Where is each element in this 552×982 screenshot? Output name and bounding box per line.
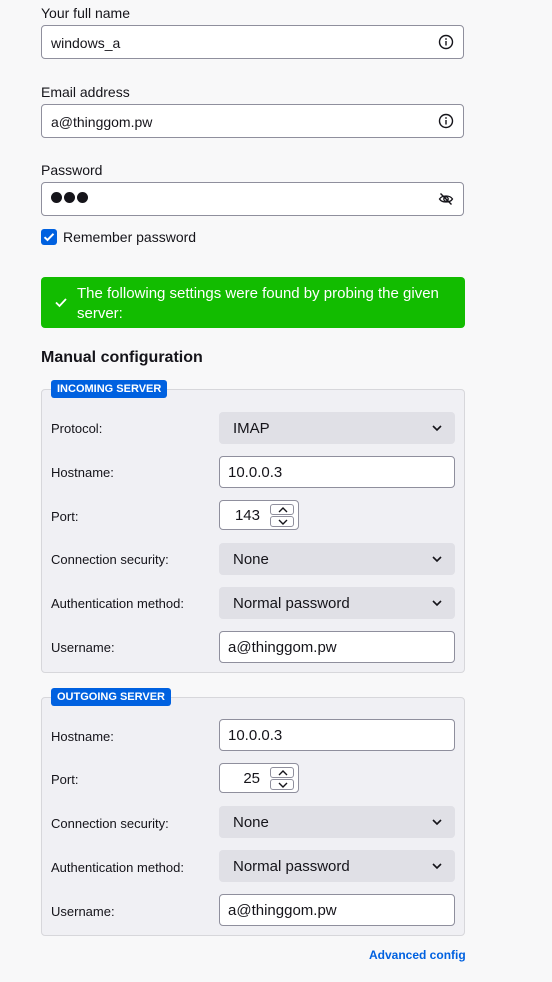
incoming-hostname-label: Hostname: bbox=[51, 465, 114, 480]
outgoing-security-label: Connection security: bbox=[51, 816, 169, 831]
incoming-hostname-input[interactable]: 10.0.0.3 bbox=[219, 456, 455, 488]
check-icon bbox=[55, 298, 67, 308]
incoming-security-value: None bbox=[233, 551, 269, 568]
manual-config-title: Manual configuration bbox=[41, 349, 203, 366]
outgoing-hostname-input[interactable]: 10.0.0.3 bbox=[219, 719, 455, 751]
incoming-security-label: Connection security: bbox=[51, 552, 169, 567]
outgoing-username-label: Username: bbox=[51, 904, 115, 919]
outgoing-security-select[interactable]: None bbox=[219, 806, 455, 838]
password-mask bbox=[51, 192, 88, 203]
outgoing-hostname-label: Hostname: bbox=[51, 729, 114, 744]
probe-success-banner: The following settings were found by pro… bbox=[41, 277, 465, 328]
info-icon[interactable] bbox=[438, 113, 454, 129]
outgoing-server-legend: OUTGOING SERVER bbox=[51, 688, 171, 706]
full-name-field[interactable]: windows_a bbox=[41, 25, 464, 59]
outgoing-auth-select[interactable]: Normal password bbox=[219, 850, 455, 882]
email-label: Email address bbox=[41, 84, 130, 100]
advanced-config-link[interactable]: Advanced config bbox=[369, 948, 466, 962]
chevron-down-icon bbox=[432, 425, 442, 432]
chevron-down-icon bbox=[278, 782, 288, 788]
incoming-auth-select[interactable]: Normal password bbox=[219, 587, 455, 619]
outgoing-security-value: None bbox=[233, 814, 269, 831]
incoming-port-input[interactable]: 143 bbox=[219, 500, 299, 530]
full-name-value: windows_a bbox=[51, 35, 121, 51]
port-decrement-button[interactable] bbox=[270, 779, 294, 790]
incoming-hostname-value: 10.0.0.3 bbox=[228, 464, 283, 481]
remember-password-label[interactable]: Remember password bbox=[63, 229, 196, 245]
chevron-down-icon bbox=[432, 863, 442, 870]
outgoing-auth-value: Normal password bbox=[233, 858, 350, 875]
remember-password-checkbox[interactable] bbox=[41, 229, 57, 245]
chevron-down-icon bbox=[432, 819, 442, 826]
incoming-port-value: 143 bbox=[234, 507, 260, 524]
incoming-username-input[interactable]: a@thinggom.pw bbox=[219, 631, 455, 663]
outgoing-username-value: a@thinggom.pw bbox=[228, 902, 337, 919]
email-field[interactable]: a@thinggom.pw bbox=[41, 104, 464, 138]
info-icon[interactable] bbox=[438, 34, 454, 50]
outgoing-hostname-value: 10.0.0.3 bbox=[228, 727, 283, 744]
port-increment-button[interactable] bbox=[270, 767, 294, 778]
banner-text: The following settings were found by pro… bbox=[77, 285, 439, 322]
outgoing-port-input[interactable]: 25 bbox=[219, 763, 299, 793]
incoming-security-select[interactable]: None bbox=[219, 543, 455, 575]
eye-hidden-icon[interactable] bbox=[438, 191, 454, 207]
outgoing-username-input[interactable]: a@thinggom.pw bbox=[219, 894, 455, 926]
email-value: a@thinggom.pw bbox=[51, 114, 153, 130]
password-field[interactable] bbox=[41, 182, 464, 216]
outgoing-port-label: Port: bbox=[51, 772, 79, 787]
port-decrement-button[interactable] bbox=[270, 516, 294, 527]
incoming-username-value: a@thinggom.pw bbox=[228, 639, 337, 656]
incoming-username-label: Username: bbox=[51, 640, 115, 655]
incoming-auth-label: Authentication method: bbox=[51, 596, 184, 611]
protocol-label: Protocol: bbox=[51, 421, 103, 436]
password-label: Password bbox=[41, 162, 103, 178]
chevron-up-icon bbox=[278, 770, 288, 776]
chevron-down-icon bbox=[278, 519, 288, 525]
chevron-down-icon bbox=[432, 556, 442, 563]
incoming-protocol-select[interactable]: IMAP bbox=[219, 412, 455, 444]
incoming-port-label: Port: bbox=[51, 509, 79, 524]
incoming-server-legend: INCOMING SERVER bbox=[51, 380, 168, 398]
incoming-protocol-value: IMAP bbox=[233, 420, 270, 437]
checkmark-icon bbox=[43, 233, 55, 242]
incoming-auth-value: Normal password bbox=[233, 595, 350, 612]
outgoing-port-value: 25 bbox=[243, 770, 260, 787]
chevron-down-icon bbox=[432, 600, 442, 607]
outgoing-auth-label: Authentication method: bbox=[51, 860, 184, 875]
port-increment-button[interactable] bbox=[270, 504, 294, 515]
full-name-label: Your full name bbox=[41, 5, 130, 21]
chevron-up-icon bbox=[278, 507, 288, 513]
